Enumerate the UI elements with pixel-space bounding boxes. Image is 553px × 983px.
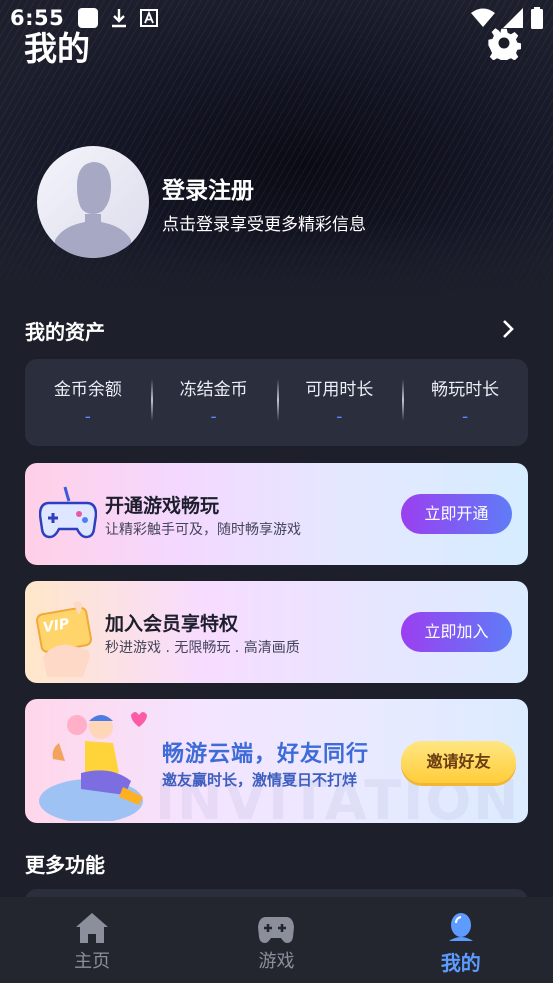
gamer-character-illustration xyxy=(39,712,147,821)
tab-label: 游戏 xyxy=(258,951,295,972)
asset-label: 冻结金币 xyxy=(179,379,248,400)
asset-value: - xyxy=(84,406,91,427)
asset-value: - xyxy=(462,406,469,427)
asset-label: 金币余额 xyxy=(53,379,122,400)
login-title[interactable]: 登录注册 xyxy=(162,171,254,205)
asset-value: - xyxy=(336,406,343,427)
tab-label: 主页 xyxy=(74,951,111,972)
asset-coin-balance[interactable]: 金币余额 - xyxy=(25,379,151,427)
gamepad-icon xyxy=(39,486,97,539)
asset-frozen-coins[interactable]: 冻结金币 - xyxy=(150,378,277,427)
more-features-title: 更多功能 xyxy=(25,853,105,877)
promo-banner-vip[interactable]: VIP 加入会员享特权 秒进游戏 . 无限畅玩 . 高清画质 立即加入 xyxy=(25,581,528,683)
profile-icon xyxy=(448,913,473,941)
default-avatar-icon xyxy=(55,162,131,258)
page-title: 我的 xyxy=(24,29,90,68)
join-now-button[interactable]: 立即加入 xyxy=(401,612,512,652)
promo-title: 畅游云端，好友同行 xyxy=(162,742,370,767)
invite-friends-button[interactable]: 邀请好友 xyxy=(401,741,516,783)
promo-title: 开通游戏畅玩 xyxy=(105,495,220,517)
settings-gear-icon[interactable] xyxy=(487,26,521,60)
assets-section-title: 我的资产 xyxy=(25,320,105,344)
avatar[interactable] xyxy=(37,146,149,258)
wifi-icon xyxy=(471,8,495,27)
promo-banner-game[interactable]: 开通游戏畅玩 让精彩触手可及，随时畅享游戏 立即开通 xyxy=(25,463,528,565)
asset-value: - xyxy=(210,406,217,427)
tab-label: 我的 xyxy=(440,951,481,975)
gamepad-icon xyxy=(258,917,295,943)
login-subtitle[interactable]: 点击登录享受更多精彩信息 xyxy=(162,210,366,235)
asset-play-time[interactable]: 畅玩时长 - xyxy=(402,378,528,427)
font-icon xyxy=(140,9,159,27)
bottom-tab-bar: 主页 游戏 我的 xyxy=(0,897,553,983)
tab-home[interactable]: 主页 xyxy=(0,897,184,983)
promo-title: 加入会员享特权 xyxy=(105,613,239,635)
home-icon xyxy=(76,913,109,943)
promo-subtitle: 让精彩触手可及，随时畅享游戏 xyxy=(105,522,301,538)
vip-card-hand-icon xyxy=(36,601,92,677)
chevron-right-icon[interactable] xyxy=(498,318,518,340)
assets-card: 金币余额 - 冻结金币 - 可用时长 - 畅玩时长 - xyxy=(25,359,528,446)
tab-mine[interactable]: 我的 xyxy=(369,897,553,983)
promo-banner-invite[interactable]: INVITATION 畅游云端，好友同行 邀友赢时长，激情夏日不打烊 邀请好友 xyxy=(25,699,528,823)
tab-games[interactable]: 游戏 xyxy=(184,897,368,983)
battery-icon xyxy=(531,7,543,29)
asset-available-time[interactable]: 可用时长 - xyxy=(276,378,403,427)
asset-label: 畅玩时长 xyxy=(431,379,500,400)
signal-icon xyxy=(503,8,523,28)
promo-subtitle: 邀友赢时长，激情夏日不打烊 xyxy=(162,771,358,789)
promo-subtitle: 秒进游戏 . 无限畅玩 . 高清画质 xyxy=(105,640,300,656)
activate-now-button[interactable]: 立即开通 xyxy=(401,494,512,534)
asset-label: 可用时长 xyxy=(305,379,374,400)
download-icon xyxy=(112,9,127,28)
